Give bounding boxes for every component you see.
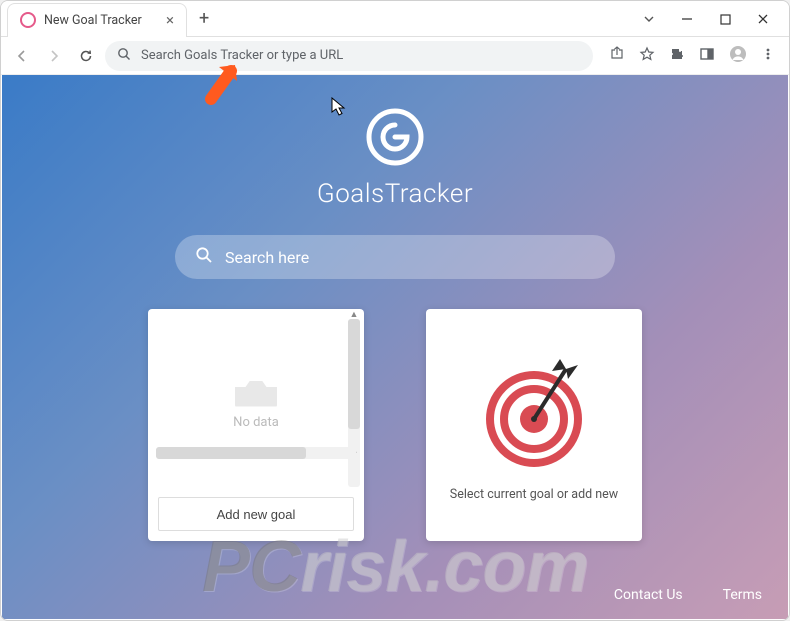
menu-dots-icon[interactable] [761, 46, 775, 65]
empty-state-label: No data [233, 415, 279, 430]
chevron-down-icon[interactable] [639, 9, 659, 29]
profile-avatar-icon[interactable] [729, 45, 747, 67]
search-container: Search here [175, 235, 615, 279]
page-content: GoalsTracker Search here ▲ ▼ No data [2, 75, 788, 619]
window-titlebar: New Goal Tracker × + [1, 1, 789, 37]
target-icon [474, 349, 594, 469]
window-controls [639, 1, 783, 37]
minimize-button[interactable] [677, 9, 697, 29]
current-goal-prompt: Select current goal or add new [450, 487, 618, 502]
forward-button[interactable] [41, 43, 67, 69]
sidepanel-icon[interactable] [699, 46, 715, 66]
horizontal-scrollbar-thumb[interactable] [156, 447, 306, 459]
brand-header: GoalsTracker [2, 75, 788, 209]
close-icon[interactable]: × [166, 11, 174, 29]
address-bar-row: Search Goals Tracker or type a URL [1, 37, 789, 75]
new-tab-button[interactable]: + [199, 8, 209, 29]
search-icon [195, 246, 213, 268]
reload-button[interactable] [73, 43, 99, 69]
contact-us-link[interactable]: Contact Us [614, 587, 683, 603]
extensions-icon[interactable] [669, 46, 685, 66]
browser-window: New Goal Tracker × + [0, 0, 790, 621]
current-goal-card: Select current goal or add new [426, 309, 642, 541]
cards-row: ▲ ▼ No data Add new goal [2, 309, 788, 541]
brand-logo-icon [361, 103, 429, 171]
footer-links: Contact Us Terms [614, 587, 762, 603]
back-button[interactable] [9, 43, 35, 69]
mouse-cursor-icon [331, 97, 347, 121]
brand-name: GoalsTracker [2, 179, 788, 209]
search-icon [117, 47, 131, 65]
add-new-goal-button[interactable]: Add new goal [158, 497, 354, 531]
terms-link[interactable]: Terms [723, 587, 762, 603]
browser-tab[interactable]: New Goal Tracker × [7, 3, 187, 37]
search-placeholder: Search here [225, 248, 309, 267]
tab-title: New Goal Tracker [44, 13, 142, 28]
close-window-button[interactable] [753, 9, 773, 29]
goals-list-body: ▲ ▼ No data [148, 309, 364, 497]
bookmark-star-icon[interactable] [639, 46, 655, 66]
annotation-arrow-icon [201, 59, 247, 109]
search-input[interactable]: Search here [175, 235, 615, 279]
inbox-empty-icon [235, 377, 277, 407]
scroll-up-icon[interactable]: ▲ [348, 309, 360, 319]
goals-list-card: ▲ ▼ No data Add new goal [148, 309, 364, 541]
address-bar-actions [599, 45, 781, 67]
share-icon[interactable] [609, 46, 625, 66]
current-goal-body: Select current goal or add new [426, 309, 642, 541]
tab-favicon-icon [20, 12, 36, 28]
vertical-scrollbar-thumb[interactable] [348, 319, 360, 429]
address-bar[interactable]: Search Goals Tracker or type a URL [105, 41, 593, 71]
maximize-button[interactable] [715, 9, 735, 29]
